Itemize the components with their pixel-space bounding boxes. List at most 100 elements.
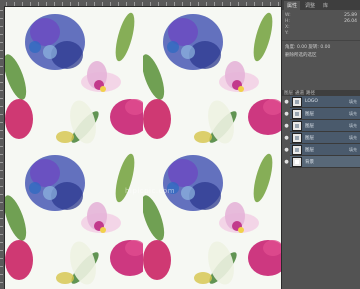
ruler-tick	[0, 18, 3, 19]
ruler-tick	[94, 2, 95, 6]
ruler-tick	[22, 2, 23, 6]
right-panel: 属性 调整 库 W: 25.89 H: 26.04 X: Y: 角度: 0.00…	[281, 0, 360, 289]
top-ruler	[0, 0, 281, 7]
ruler-tick	[158, 2, 159, 6]
ruler-tick	[0, 210, 3, 211]
ruler-tick	[0, 178, 3, 179]
ruler-tick	[14, 2, 15, 6]
layer-name: 图层	[305, 147, 314, 153]
ruler-tick	[206, 2, 207, 6]
layer-row[interactable]: 图层 填充	[290, 144, 360, 156]
ruler-tick	[0, 74, 3, 75]
eye-icon[interactable]: ●	[283, 120, 290, 132]
layer-row-background[interactable]: 背景	[290, 156, 360, 168]
ruler-tick	[182, 2, 183, 6]
ruler-tick	[0, 138, 3, 139]
layer-thumbnail	[292, 120, 302, 131]
ruler-tick	[134, 2, 135, 6]
ruler-tick	[0, 42, 3, 43]
ruler-tick	[110, 2, 111, 6]
layer-meta: 填充	[349, 110, 357, 116]
layer-thumbnail	[292, 144, 302, 155]
ruler-tick	[174, 2, 175, 6]
layer-name: LOGO	[305, 99, 318, 104]
ruler-tick	[0, 266, 3, 267]
ruler-tick	[0, 194, 3, 195]
ruler-tick	[0, 146, 3, 147]
pattern-tile	[143, 12, 281, 144]
ruler-tick	[254, 2, 255, 6]
ruler-tick	[0, 186, 3, 187]
ruler-tick	[230, 2, 231, 6]
ruler-tick	[0, 58, 3, 59]
ruler-tick	[270, 2, 271, 6]
visibility-column: ● ● ● ● ● ●	[283, 96, 290, 168]
ruler-tick	[246, 2, 247, 6]
ruler-tick	[262, 2, 263, 6]
ruler-tick	[0, 242, 3, 243]
ruler-tick	[0, 162, 3, 163]
ruler-tick	[0, 82, 3, 83]
ruler-tick	[0, 26, 3, 27]
ruler-tick	[0, 250, 3, 251]
action-hint[interactable]: 删除所选的选区	[282, 50, 360, 60]
pattern-tile	[5, 153, 143, 285]
layer-meta: 填充	[349, 134, 357, 140]
ruler-tick	[0, 154, 3, 155]
ruler-tick	[0, 114, 3, 115]
ruler-tick	[0, 234, 3, 235]
document-canvas[interactable]: hipicpic.com	[5, 7, 281, 289]
ruler-tick	[150, 2, 151, 6]
layer-row[interactable]: 图层 填充	[290, 120, 360, 132]
layer-thumbnail	[292, 96, 302, 107]
ruler-tick	[0, 122, 3, 123]
eye-icon[interactable]: ●	[283, 156, 290, 168]
layer-thumbnail	[292, 156, 302, 167]
ruler-tick	[0, 90, 3, 91]
ruler-tick	[0, 66, 3, 67]
ruler-tick	[0, 274, 3, 275]
ruler-tick	[198, 2, 199, 6]
ruler-tick	[118, 2, 119, 6]
ruler-tick	[38, 2, 39, 6]
ruler-tick	[142, 2, 143, 6]
ruler-tick	[30, 2, 31, 6]
layer-row[interactable]: LOGO 填充	[290, 96, 360, 108]
ruler-tick	[166, 2, 167, 6]
tab-adjustments[interactable]: 调整	[302, 1, 318, 10]
layer-row[interactable]: 图层 填充	[290, 108, 360, 120]
ruler-tick	[86, 2, 87, 6]
ruler-tick	[0, 226, 3, 227]
ruler-tick	[0, 50, 3, 51]
layer-name: 图层	[305, 123, 314, 129]
eye-icon[interactable]: ●	[283, 132, 290, 144]
ruler-tick	[0, 282, 3, 283]
layer-meta: 填充	[349, 146, 357, 152]
h-value[interactable]: 26.04	[344, 19, 357, 25]
tab-properties[interactable]: 属性	[284, 0, 301, 10]
layer-name: 背景	[305, 159, 314, 165]
layer-name: 图层	[305, 135, 314, 141]
watermark-text: hipicpic.com	[125, 187, 176, 195]
ruler-tick	[126, 2, 127, 6]
ruler-tick	[0, 106, 3, 107]
ruler-tick	[0, 258, 3, 259]
layer-row[interactable]: 图层 填充	[290, 132, 360, 144]
ruler-tick	[0, 34, 3, 35]
layer-meta: 填充	[349, 122, 357, 128]
eye-icon[interactable]: ●	[283, 144, 290, 156]
ruler-tick	[238, 2, 239, 6]
layers-list: LOGO 填充 图层 填充 图层 填充 图层 填充 图层 填充 背景	[290, 96, 360, 168]
layer-meta: 填充	[349, 98, 357, 104]
tab-library[interactable]: 库	[320, 1, 331, 10]
ruler-tick	[0, 218, 3, 219]
ruler-tick	[0, 98, 3, 99]
pattern-tile	[143, 153, 281, 285]
ruler-tick	[6, 2, 7, 6]
layer-thumbnail	[292, 108, 302, 119]
layer-name: 图层	[305, 111, 314, 117]
ruler-tick	[0, 10, 3, 11]
eye-icon[interactable]: ●	[283, 108, 290, 120]
eye-icon[interactable]: ●	[283, 96, 290, 108]
ruler-tick	[0, 202, 3, 203]
